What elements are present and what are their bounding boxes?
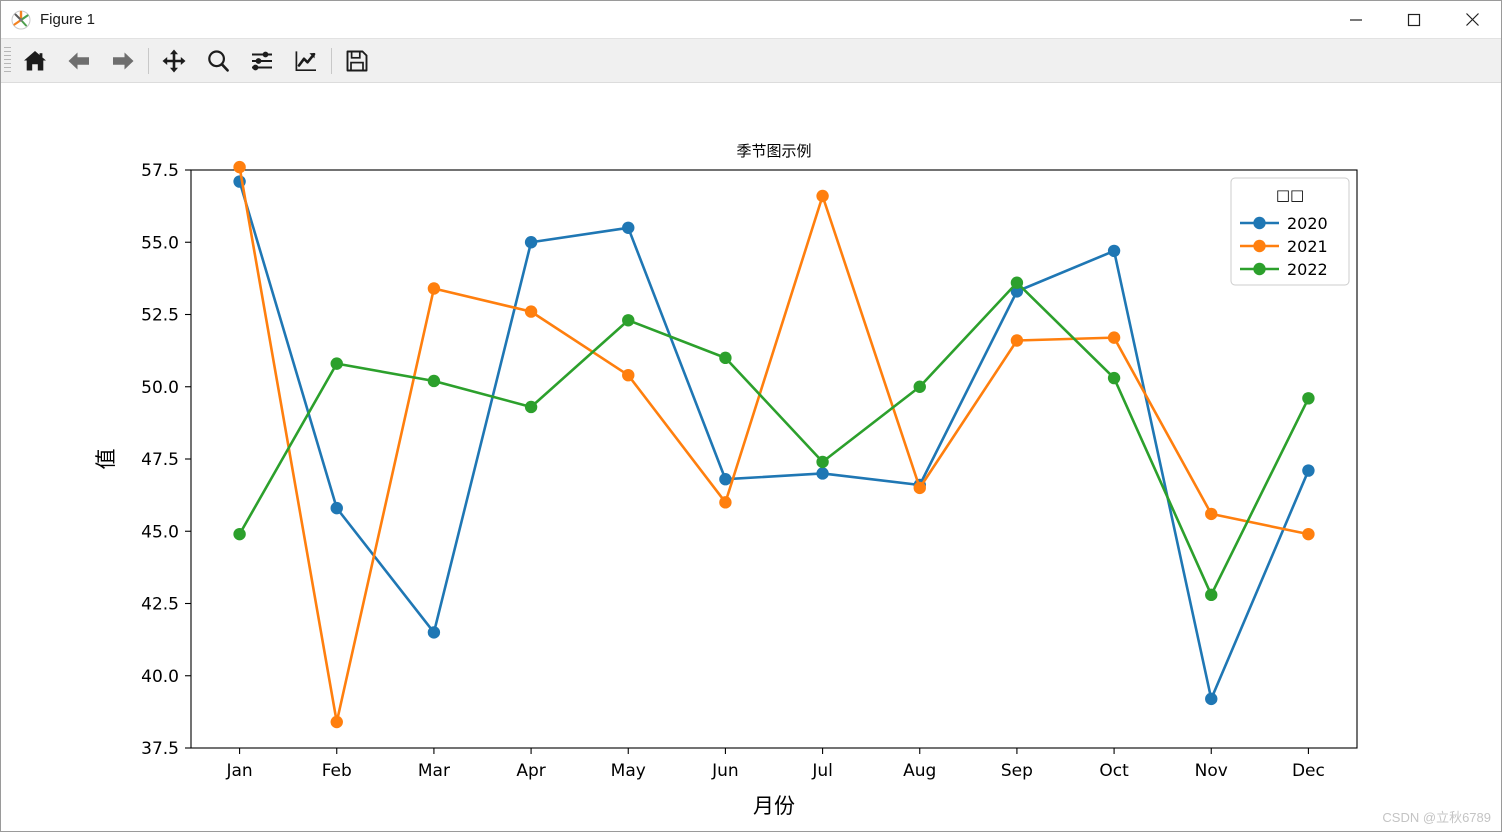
data-point-marker	[622, 368, 635, 382]
data-point-marker	[524, 236, 538, 249]
data-point-marker	[719, 351, 732, 365]
data-point-marker	[719, 473, 732, 486]
y-axis-tick-label: 57.5	[141, 161, 179, 181]
data-point-marker	[1302, 392, 1315, 405]
data-point-marker	[816, 189, 829, 203]
data-point-marker	[622, 221, 635, 234]
legend-label: 2020	[1287, 214, 1328, 233]
data-point-marker	[427, 626, 441, 639]
legend-label: 2021	[1287, 237, 1328, 256]
legend-marker-swatch	[1253, 216, 1266, 230]
legend-marker-swatch	[1253, 262, 1266, 276]
legend-marker-swatch	[1253, 239, 1266, 253]
back-arrow-icon[interactable]	[57, 41, 101, 81]
csdn-watermark: CSDN @立秋6789	[1382, 810, 1491, 825]
data-point-marker	[330, 501, 343, 515]
close-icon[interactable]	[1443, 1, 1501, 38]
window-title: Figure 1	[40, 11, 96, 28]
data-point-marker	[330, 357, 343, 370]
y-axis-tick-label: 40.0	[141, 667, 179, 687]
zoom-magnifier-icon[interactable]	[196, 41, 240, 81]
toolbar-separator	[331, 47, 332, 74]
seasonal-line-chart: 季节图示例 37.5 40.0 42.5 45.0 47.5 50.0 52.5 55.0 57.…	[94, 142, 1358, 818]
data-point-marker	[1010, 334, 1024, 347]
y-axis-tick-label: 52.5	[141, 306, 179, 326]
pan-move-icon[interactable]	[152, 41, 196, 81]
x-axis-tick-label: Jan	[225, 761, 252, 781]
data-point-marker	[233, 527, 246, 541]
y-axis-tick-label: 50.0	[141, 378, 179, 398]
data-point-marker	[233, 160, 246, 174]
data-point-marker	[427, 374, 441, 388]
legend-label: 2022	[1287, 260, 1328, 279]
chart-legend: □□ 2020 2021 2022	[1230, 177, 1350, 286]
data-point-marker	[622, 314, 635, 327]
sliders-configure-icon[interactable]	[240, 41, 284, 81]
save-floppy-icon[interactable]	[335, 41, 379, 81]
data-point-marker	[1107, 371, 1121, 385]
data-point-marker	[1205, 588, 1218, 602]
data-point-marker	[524, 305, 538, 318]
data-point-marker	[1302, 527, 1315, 541]
x-axis-tick-label: Dec	[1292, 761, 1325, 781]
y-axis-tick-label: 55.0	[141, 233, 179, 253]
x-axis-tick-label: Sep	[1001, 761, 1033, 781]
x-axis-tick-label: Nov	[1195, 761, 1228, 781]
data-point-marker	[816, 467, 829, 480]
data-point-marker	[427, 282, 441, 295]
title-bar-left: Figure 1	[1, 10, 1327, 30]
data-point-marker	[330, 715, 343, 729]
figure-canvas[interactable]: 季节图示例 37.5 40.0 42.5 45.0 47.5 50.0 52.5 55.0 57.…	[1, 84, 1501, 831]
y-axis-tick-label: 47.5	[141, 450, 179, 470]
y-axis-tick-label: 45.0	[141, 522, 179, 542]
chart-title: 季节图示例	[736, 142, 811, 160]
x-axis-tick-label: Jul	[811, 761, 833, 781]
x-axis-tick-label: Jun	[711, 761, 739, 781]
x-axis-tick-label: Mar	[418, 761, 450, 781]
maximize-icon[interactable]	[1385, 1, 1443, 38]
data-point-marker	[1010, 276, 1024, 289]
data-point-marker	[913, 380, 926, 393]
forward-arrow-icon[interactable]	[101, 41, 145, 81]
data-point-marker	[1107, 244, 1121, 258]
data-point-marker	[1205, 507, 1218, 521]
x-axis-tick-label: Feb	[322, 761, 352, 781]
x-axis-tick-label: May	[611, 761, 646, 781]
title-bar: Figure 1	[1, 1, 1501, 39]
y-axis-tick-label: 42.5	[141, 595, 179, 615]
data-point-marker	[1302, 464, 1315, 477]
y-axis-tick-label: 37.5	[141, 739, 179, 759]
edit-axis-curve-icon[interactable]	[284, 41, 328, 81]
navigation-toolbar	[1, 39, 1501, 83]
x-axis-label: 月份	[753, 794, 795, 818]
matplotlib-logo-icon	[11, 10, 31, 30]
data-point-marker	[719, 496, 732, 509]
data-point-marker	[1205, 692, 1218, 706]
home-icon[interactable]	[13, 41, 57, 81]
figure-window: Figure 1 季节图示例 37.5 40.0 42.5 45.0 47.5 …	[0, 0, 1502, 832]
y-axis-label: 值	[94, 449, 118, 470]
data-point-marker	[816, 455, 829, 469]
data-point-marker	[913, 481, 926, 495]
x-axis-tick-label: Apr	[516, 761, 545, 781]
legend-title: □□	[1276, 186, 1304, 204]
x-axis-tick-label: Oct	[1099, 761, 1129, 781]
toolbar-drag-handle[interactable]	[4, 46, 11, 75]
data-point-marker	[1107, 331, 1121, 344]
window-controls	[1327, 1, 1501, 38]
toolbar-separator	[148, 47, 149, 74]
minimize-icon[interactable]	[1327, 1, 1385, 38]
x-axis-tick-label: Aug	[903, 761, 936, 781]
data-point-marker	[524, 400, 538, 414]
